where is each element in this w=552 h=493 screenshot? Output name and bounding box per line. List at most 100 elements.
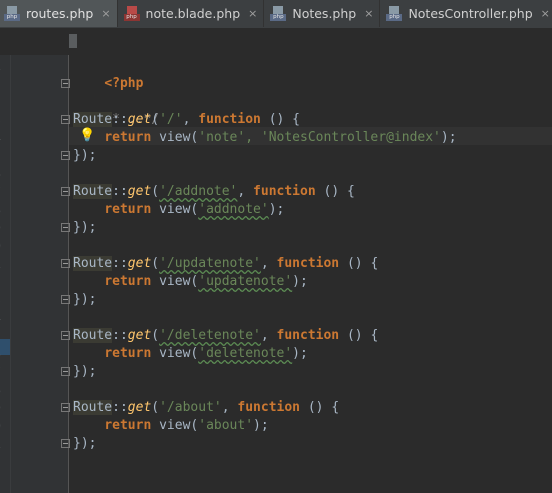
punct: ); [292, 274, 308, 289]
route-close-line: }); [61, 291, 97, 309]
punct: () { [339, 328, 379, 343]
route-path: '/about' [159, 400, 222, 415]
punct: , [237, 184, 254, 199]
punct: ( [151, 328, 160, 343]
fold-icon[interactable] [61, 259, 70, 268]
strip-marker [0, 339, 10, 355]
scope-operator: :: [112, 328, 128, 343]
line-number: 31 [0, 435, 1, 453]
tab-label: routes.php [26, 6, 94, 21]
line-number: 25 [0, 327, 1, 345]
line-number: 24 [0, 309, 1, 327]
line-number: 16 [0, 165, 1, 183]
fold-icon[interactable] [61, 403, 70, 412]
return-keyword: return [104, 274, 152, 289]
route-close-line: }); [61, 363, 97, 381]
fold-icon[interactable] [61, 331, 70, 340]
route-class: Route [73, 112, 113, 127]
return-keyword: return [104, 130, 152, 145]
line-number: 23 [0, 291, 1, 309]
return-keyword: return [104, 418, 152, 433]
punct: ); [292, 346, 308, 361]
scope-operator: :: [112, 112, 128, 127]
code-line: <?php [73, 57, 143, 91]
route-path: '/addnote' [159, 184, 238, 199]
close-icon[interactable]: × [541, 7, 550, 20]
punct: ( [151, 256, 160, 271]
punct: () { [339, 256, 379, 271]
fold-icon[interactable] [61, 151, 70, 160]
view-args: 'about' [198, 418, 254, 433]
punct: ); [440, 130, 457, 145]
line-number: 2 [0, 75, 1, 93]
punct: , [221, 400, 238, 415]
code-editor[interactable]: 💡 <?php /*...*/ Route::get('/', function… [61, 55, 552, 493]
fold-icon[interactable] [61, 187, 70, 196]
tab-notes-php[interactable]: php Notes.php × [266, 0, 381, 27]
get-method: get [127, 112, 152, 127]
fold-icon[interactable] [61, 115, 70, 124]
close-icon[interactable]: × [248, 7, 257, 20]
punct: , [260, 256, 277, 271]
punct: , [182, 112, 199, 127]
closing-brace: }); [73, 292, 97, 307]
route-path: '/' [159, 112, 183, 127]
fold-icon[interactable] [61, 367, 70, 376]
function-keyword: function [276, 256, 340, 271]
route-close-line: }); [61, 147, 97, 165]
scope-operator: :: [112, 184, 128, 199]
punct: () { [300, 400, 340, 415]
route-path: '/deletenote' [159, 328, 261, 343]
tab-note-blade-php[interactable]: php note.blade.php × [120, 0, 265, 27]
get-method: get [127, 256, 152, 271]
closing-brace: }); [73, 364, 97, 379]
punct: view( [151, 274, 199, 289]
tab-routes-php[interactable]: php routes.php × [0, 0, 118, 27]
function-keyword: function [253, 184, 316, 199]
punct: view( [151, 202, 199, 217]
return-keyword: return [104, 346, 152, 361]
fold-icon[interactable] [61, 439, 70, 448]
breadcrumb-bar [0, 28, 552, 55]
get-method: get [127, 400, 152, 415]
route-class: Route [73, 256, 113, 271]
line-number: 30 [0, 417, 1, 435]
line-number: 29 [0, 399, 1, 417]
line-number: 13 [0, 111, 1, 129]
line-number: 26 [0, 345, 1, 363]
blade-file-icon: php [123, 6, 141, 21]
route-definition-line: Route::get('/', function () { [61, 111, 300, 129]
line-number: 19 [0, 219, 1, 237]
line-number: 22 [0, 273, 1, 291]
editor-tab-bar: php routes.php × php note.blade.php × ph… [0, 0, 552, 29]
closing-brace: }); [73, 148, 97, 163]
punct: view( [151, 346, 199, 361]
route-close-line: }); [61, 435, 97, 453]
punct: , [260, 328, 277, 343]
punct: view( [151, 418, 199, 433]
close-icon[interactable]: × [364, 7, 373, 20]
route-class: Route [73, 184, 113, 199]
function-keyword: function [198, 112, 261, 127]
fold-icon[interactable] [61, 79, 70, 88]
fold-icon[interactable] [61, 295, 70, 304]
closing-brace: }); [73, 436, 97, 451]
route-return-line: return view('deletenote'); [73, 345, 308, 363]
view-args: 'addnote' [198, 202, 269, 217]
get-method: get [127, 328, 152, 343]
tab-label: note.blade.php [145, 6, 241, 21]
tab-notescontroller-php[interactable]: php NotesController.php × [382, 0, 552, 27]
punct: () { [315, 184, 355, 199]
view-args: 'deletenote' [198, 346, 293, 361]
close-icon[interactable]: × [101, 7, 110, 20]
function-keyword: function [276, 328, 340, 343]
route-definition-line: Route::get('/deletenote', function () { [61, 327, 379, 345]
route-path: '/updatenote' [159, 256, 261, 271]
punct: ( [151, 112, 160, 127]
fold-icon[interactable] [61, 223, 70, 232]
punct: ); [253, 418, 269, 433]
